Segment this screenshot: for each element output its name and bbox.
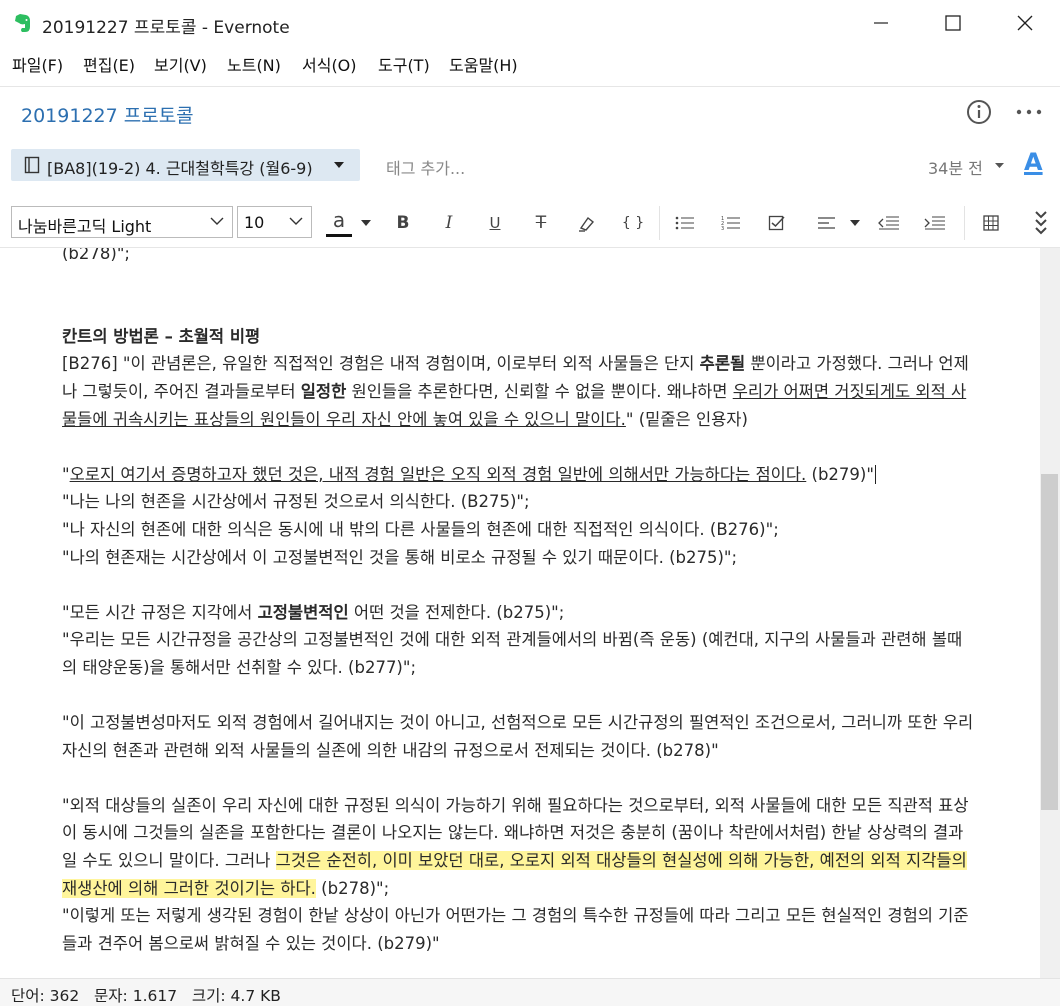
text-run: 어떤 것을 전제한다. (b275)"; [348, 602, 565, 622]
bold-text: 고정불변적인 [257, 602, 349, 622]
paragraph: "모든 시간 규정은 지각에서 고정불변적인 어떤 것을 전제한다. (b275… [62, 599, 977, 627]
menu-tools[interactable]: 도구(T) [378, 52, 430, 76]
window-title: 20191227 프로토콜 - Evernote [42, 18, 290, 38]
note-body[interactable]: (b278)"; 칸트의 방법론 – 초월적 비평 [B276] "이 관념론은… [62, 248, 977, 957]
minimize-icon [874, 22, 888, 24]
checkbox-icon [768, 215, 785, 231]
note-stats: 단어: 362 문자: 1.617 크기: 4.7 KB [11, 987, 281, 1005]
last-edited-time[interactable]: 34분 전 [928, 155, 983, 179]
chevron-down-icon [289, 217, 303, 225]
text-run: 원인들을 추론한다면, 신뢰할 수 없을 뿐이다. 왜냐하면 [346, 381, 733, 401]
text-run: "모든 시간 규정은 지각에서 [62, 602, 258, 622]
strikethrough-button[interactable]: T [526, 208, 556, 238]
align-button[interactable] [812, 208, 842, 238]
more-tools-button[interactable] [1026, 208, 1056, 238]
bold-icon: B [396, 213, 410, 233]
chevron-double-down-icon [1035, 211, 1047, 235]
indent-icon [924, 216, 945, 230]
bullet-list-icon [675, 216, 694, 230]
bold-text: 일정한 [300, 381, 347, 401]
text-line: (b278)"; [62, 248, 130, 263]
menu-edit[interactable]: 편집(E) [83, 52, 135, 76]
text-color-swatch [326, 234, 352, 237]
outdent-icon [878, 216, 899, 230]
paragraph: "이렇게 또는 저렇게 생각된 경험이 한낱 상상이 아닌가 어떤가는 그 경험… [62, 906, 969, 953]
strikethrough-icon: T [535, 213, 547, 233]
italic-button[interactable]: I [434, 208, 464, 238]
paragraph: "나는 나의 현존을 시간상에서 규정된 것으로서 의식한다. (B275)"; [62, 492, 530, 512]
bullet-list-button[interactable] [670, 208, 700, 238]
underline-button[interactable]: U [480, 208, 510, 238]
text-run: " (밑줄은 인용자) [625, 409, 748, 429]
paragraph: "나의 현존재는 시간상에서 이 고정불변적인 것을 통해 비로소 규정될 수 … [62, 547, 738, 567]
more-options-icon[interactable] [1015, 103, 1043, 121]
menu-help[interactable]: 도움말(H) [449, 52, 518, 76]
text-run: " [62, 464, 70, 484]
evernote-logo-icon [15, 14, 30, 32]
font-style-button[interactable]: A [1024, 148, 1043, 176]
menu-view[interactable]: 보기(V) [154, 52, 207, 76]
paragraph: [B276] "이 관념론은, 유일한 직접적인 경험은 내적 경험이며, 이로… [62, 350, 977, 433]
text-cursor [874, 464, 876, 484]
underlined-text: 오로지 여기서 증명하고자 했던 것은, 내적 경험 일반은 오직 외적 경험 … [69, 464, 807, 484]
paragraph: (b278)"; [62, 248, 977, 268]
numbered-list-icon: 123 [721, 216, 740, 231]
paragraph: "오로지 여기서 증명하고자 했던 것은, 내적 경험 일반은 오직 외적 경험… [62, 461, 977, 489]
section-heading: 칸트의 방법론 – 초월적 비평 [62, 326, 261, 346]
chevron-down-icon [210, 217, 224, 225]
text-run: (b279)" [806, 464, 874, 484]
font-family-value: 나눔바른고딕 Light [18, 217, 152, 236]
indent-button[interactable] [920, 208, 950, 238]
toolbar-separator [964, 206, 965, 240]
notebook-name: [BA8](19-2) 4. 근대철학특강 (월6-9) [47, 159, 313, 178]
text-color-button[interactable]: a [324, 208, 354, 238]
maximize-icon [945, 15, 961, 31]
note-editor[interactable]: (b278)"; 칸트의 방법론 – 초월적 비평 [B276] "이 관념론은… [0, 248, 1040, 978]
paragraph: "우리는 모든 시간규정을 공간상의 고정불변적인 것에 대한 외적 관계들에서… [62, 630, 963, 677]
bold-text: 추론될 [699, 354, 746, 374]
paragraph: "이 고정불변성마저도 외적 경험에서 길어내지는 것이 아니고, 선험적으로 … [62, 713, 974, 760]
font-family-select[interactable]: 나눔바른고딕 Light [11, 206, 233, 238]
code-block-button[interactable]: { } [618, 208, 648, 238]
highlighter-icon [579, 216, 595, 232]
toolbar-separator [659, 206, 660, 240]
menu-format[interactable]: 서식(O) [302, 52, 357, 76]
table-button[interactable] [976, 208, 1006, 238]
chevron-down-icon[interactable] [360, 219, 372, 227]
info-icon[interactable] [966, 99, 992, 125]
chevron-down-icon[interactable] [849, 219, 861, 227]
svg-text:3: 3 [721, 226, 724, 231]
underline-icon: U [489, 214, 501, 232]
divider [0, 86, 1060, 87]
close-icon [1017, 15, 1033, 31]
checklist-button[interactable] [762, 208, 792, 238]
table-icon [983, 215, 999, 231]
chevron-down-icon [334, 162, 344, 168]
highlight-button[interactable] [572, 208, 602, 238]
tag-input[interactable]: 태그 추가... [386, 155, 465, 179]
bold-button[interactable]: B [388, 208, 418, 238]
outdent-button[interactable] [874, 208, 904, 238]
code-braces-icon: { } [621, 215, 645, 231]
text-run: (b278)"; [315, 878, 390, 898]
numbered-list-button[interactable]: 123 [716, 208, 746, 238]
menu-note[interactable]: 노트(N) [227, 52, 281, 76]
scrollbar-thumb[interactable] [1041, 474, 1058, 810]
note-title[interactable]: 20191227 프로토콜 [21, 101, 194, 128]
text-color-label: a [332, 208, 346, 232]
notebook-selector[interactable]: [BA8](19-2) 4. 근대철학특강 (월6-9) [11, 149, 360, 181]
close-button[interactable] [990, 0, 1060, 46]
menu-file[interactable]: 파일(F) [12, 52, 63, 76]
italic-icon: I [445, 213, 453, 233]
align-left-icon [818, 217, 835, 229]
chevron-down-icon[interactable] [994, 162, 1005, 169]
font-size-value: 10 [244, 213, 265, 232]
maximize-button[interactable] [918, 0, 988, 46]
text-run: [B276] "이 관념론은, 유일한 직접적인 경험은 내적 경험이며, 이로… [62, 354, 700, 374]
minimize-button[interactable] [846, 0, 916, 46]
paragraph: "나 자신의 현존에 대한 의식은 동시에 내 밖의 다른 사물들의 현존에 대… [62, 519, 779, 539]
font-size-select[interactable]: 10 [237, 206, 312, 238]
paragraph: "외적 대상들의 실존이 우리 자신에 대한 규정된 의식이 가능하기 위해 필… [62, 792, 977, 902]
notebook-icon [24, 156, 40, 174]
